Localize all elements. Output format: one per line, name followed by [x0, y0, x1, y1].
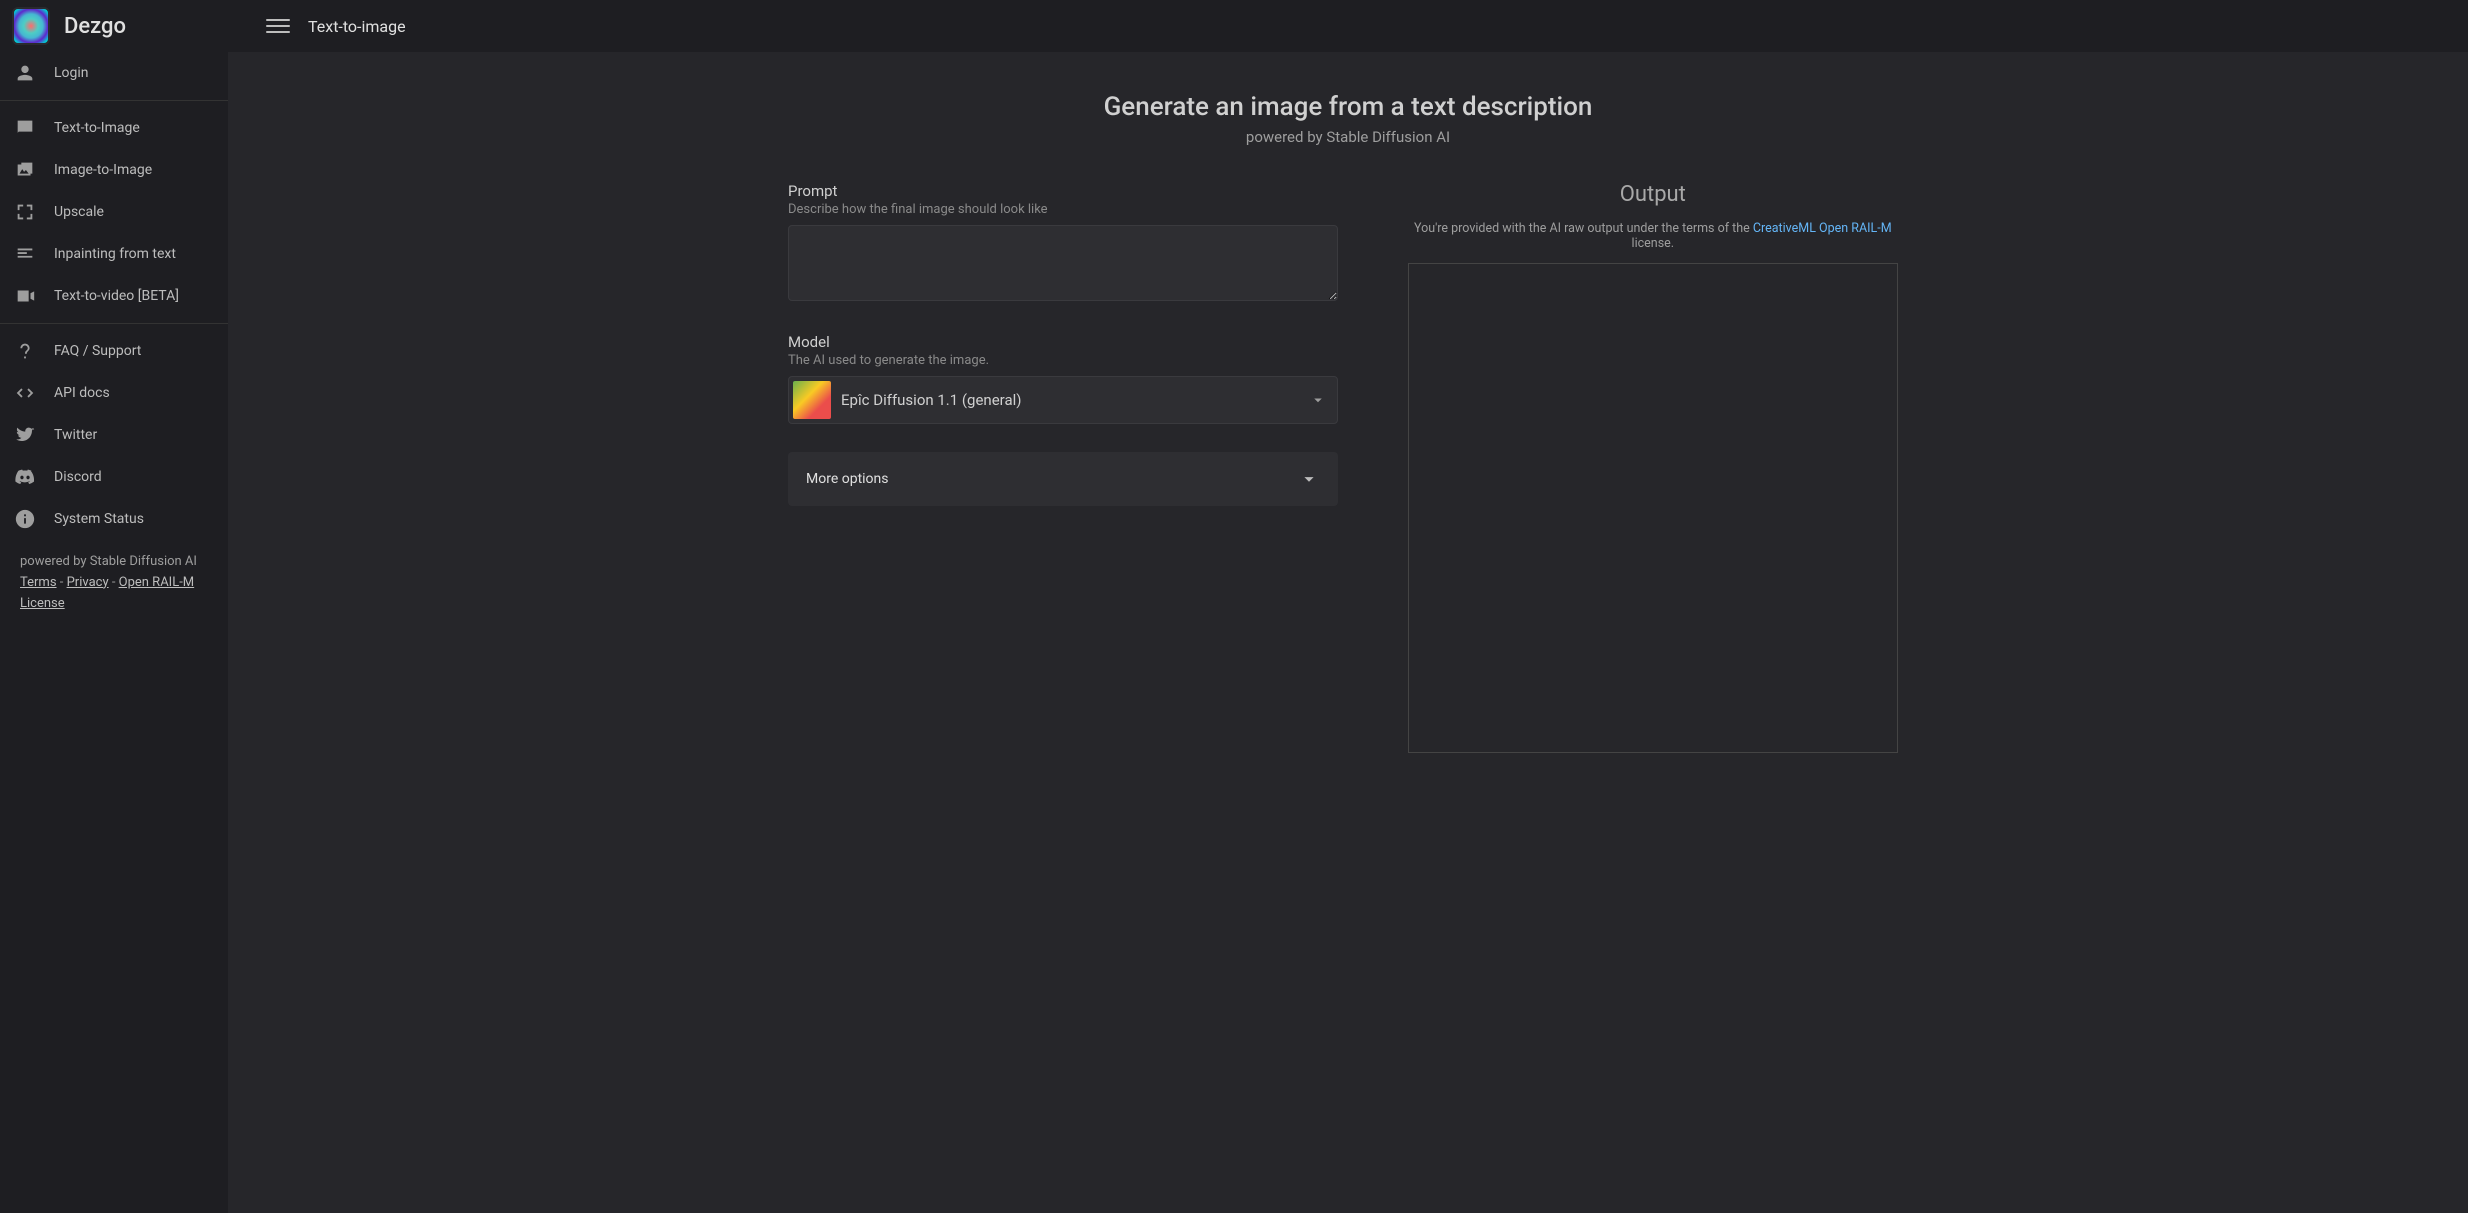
- hero-title: Generate an image from a text descriptio…: [788, 92, 1908, 122]
- sidebar-item-label: Text-to-Image: [54, 120, 140, 136]
- model-label: Model: [788, 333, 1338, 351]
- app-logo[interactable]: [12, 7, 50, 45]
- more-options-toggle[interactable]: More options: [788, 452, 1338, 506]
- question-icon: [14, 340, 36, 362]
- model-thumbnail: [793, 381, 831, 419]
- footer-powered: powered by Stable Diffusion AI: [20, 552, 208, 573]
- more-options-label: More options: [806, 471, 889, 487]
- prompt-label: Prompt: [788, 182, 1338, 200]
- discord-icon: [14, 466, 36, 488]
- sidebar-item-label: API docs: [54, 385, 110, 401]
- sidebar-item-twitter[interactable]: Twitter: [0, 414, 228, 456]
- sidebar-divider: [0, 100, 228, 101]
- rail-m-link[interactable]: CreativeML Open RAIL-M: [1753, 221, 1892, 236]
- sidebar-item-inpainting[interactable]: Inpainting from text: [0, 233, 228, 275]
- twitter-icon: [14, 424, 36, 446]
- brand-name: Dezgo: [64, 14, 126, 39]
- user-icon: [14, 62, 36, 84]
- sidebar-item-label: Image-to-Image: [54, 162, 152, 178]
- model-selected-label: Epîc Diffusion 1.1 (general): [841, 391, 1299, 409]
- expand-icon: [14, 201, 36, 223]
- model-select[interactable]: Epîc Diffusion 1.1 (general): [788, 376, 1338, 424]
- images-icon: [14, 159, 36, 181]
- hero-subtitle: powered by Stable Diffusion AI: [788, 128, 1908, 146]
- sidebar-item-image-to-image[interactable]: Image-to-Image: [0, 149, 228, 191]
- sidebar-item-label: System Status: [54, 511, 144, 527]
- code-icon: [14, 382, 36, 404]
- sidebar-item-label: FAQ / Support: [54, 343, 141, 359]
- sidebar-item-text-to-image[interactable]: Text-to-Image: [0, 107, 228, 149]
- inpaint-icon: [14, 243, 36, 265]
- sidebar-item-status[interactable]: System Status: [0, 498, 228, 540]
- sidebar-item-api[interactable]: API docs: [0, 372, 228, 414]
- prompt-input[interactable]: [788, 225, 1338, 301]
- menu-icon[interactable]: [266, 14, 290, 38]
- sidebar-item-label: Inpainting from text: [54, 246, 176, 262]
- page-title: Text-to-image: [308, 17, 406, 36]
- sidebar-footer: powered by Stable Diffusion AI Terms - P…: [0, 540, 228, 626]
- video-icon: [14, 285, 36, 307]
- sidebar-item-label: Twitter: [54, 427, 97, 443]
- sidebar-item-discord[interactable]: Discord: [0, 456, 228, 498]
- sidebar-item-label: Upscale: [54, 204, 104, 220]
- sidebar-login-label: Login: [54, 65, 89, 81]
- sidebar-item-text-to-video[interactable]: Text-to-video [BETA]: [0, 275, 228, 317]
- sidebar-divider: [0, 323, 228, 324]
- sidebar-item-upscale[interactable]: Upscale: [0, 191, 228, 233]
- sidebar-login[interactable]: Login: [0, 52, 228, 94]
- info-icon: [14, 508, 36, 530]
- footer-terms-link[interactable]: Terms: [20, 575, 57, 590]
- chevron-down-icon: [1309, 391, 1327, 409]
- output-title: Output: [1398, 182, 1908, 207]
- model-desc: The AI used to generate the image.: [788, 353, 1338, 368]
- output-terms: You're provided with the AI raw output u…: [1398, 221, 1908, 251]
- sidebar: Login Text-to-Image Image-to-Image Upsca…: [0, 52, 228, 1213]
- sidebar-item-label: Text-to-video [BETA]: [54, 288, 179, 304]
- chevron-down-icon: [1298, 468, 1320, 490]
- sidebar-item-faq[interactable]: FAQ / Support: [0, 330, 228, 372]
- chat-icon: [14, 117, 36, 139]
- footer-privacy-link[interactable]: Privacy: [67, 575, 109, 590]
- prompt-desc: Describe how the final image should look…: [788, 202, 1338, 217]
- output-image-box: [1408, 263, 1898, 753]
- sidebar-item-label: Discord: [54, 469, 102, 485]
